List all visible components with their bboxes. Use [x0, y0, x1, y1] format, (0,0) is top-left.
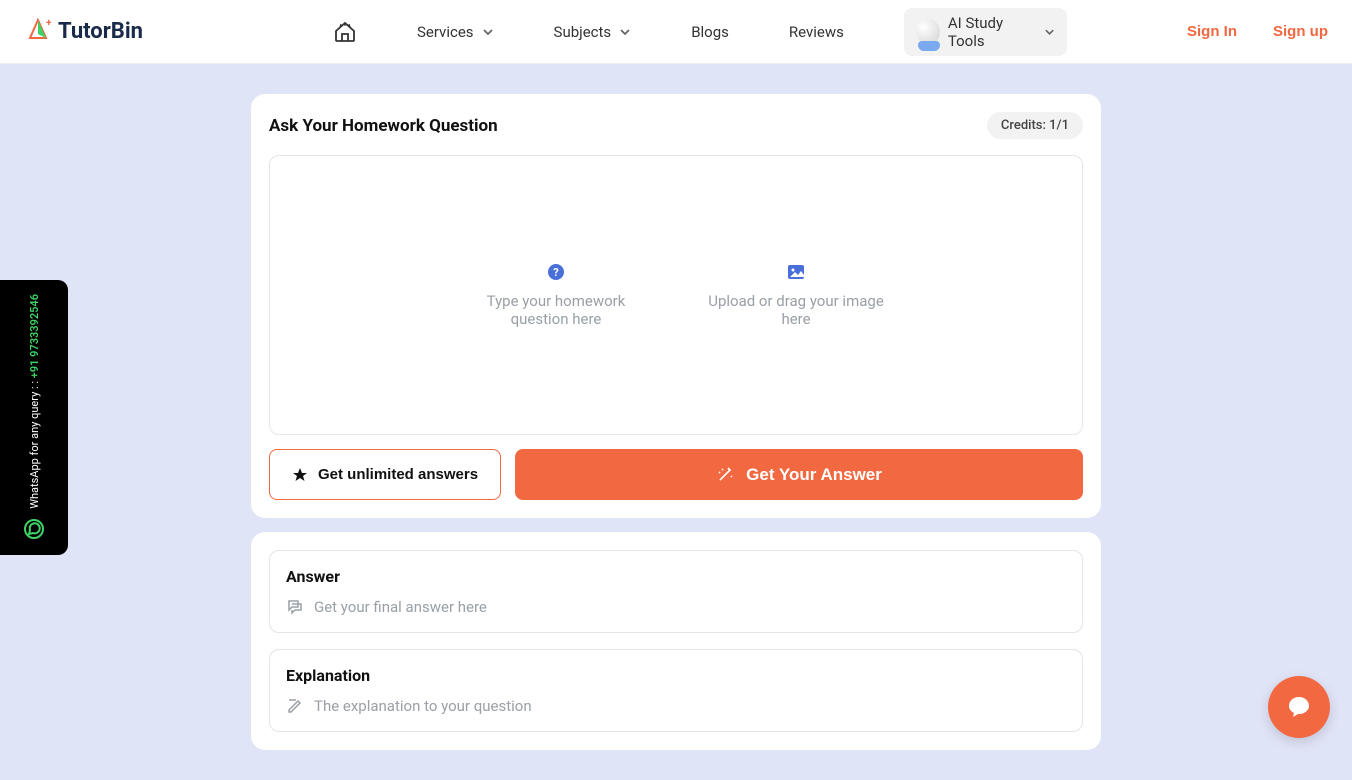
ask-card-title: Ask Your Homework Question [269, 116, 498, 136]
signin-button[interactable]: Sign In [1187, 23, 1237, 40]
upload-image-label: Upload or drag your image here [706, 292, 886, 328]
explanation-placeholder-text: The explanation to your question [314, 697, 532, 715]
nav-reviews[interactable]: Reviews [789, 23, 844, 41]
nav-services[interactable]: Services [417, 23, 494, 41]
explanation-placeholder-row: The explanation to your question [286, 697, 1066, 715]
explanation-section: Explanation The explanation to your ques… [269, 649, 1083, 732]
explanation-title: Explanation [286, 666, 1066, 685]
star-icon [292, 467, 308, 483]
nav-ai-tools[interactable]: AI Study Tools [904, 8, 1067, 56]
logo-text: TutorBin [58, 19, 143, 44]
edit-icon [286, 697, 304, 715]
svg-text:?: ? [553, 266, 559, 279]
logo-icon: + [24, 18, 52, 46]
main: Ask Your Homework Question Credits: 1/1 … [0, 64, 1352, 780]
button-row: Get unlimited answers Get Your Answer [269, 449, 1083, 500]
chevron-down-icon [482, 26, 494, 38]
type-question-label: Type your homework question here [466, 292, 646, 328]
magic-wand-icon [716, 466, 734, 484]
get-answer-button[interactable]: Get Your Answer [515, 449, 1083, 500]
whatsapp-text: WhatsApp for any query : : +91 973339254… [28, 294, 41, 509]
chevron-down-icon [619, 26, 631, 38]
unlimited-answers-button[interactable]: Get unlimited answers [269, 449, 501, 500]
chat-bubble-button[interactable] [1268, 676, 1330, 738]
nav-subjects-label: Subjects [554, 23, 612, 41]
input-area: ? Type your homework question here Uploa… [269, 155, 1083, 435]
nav-ai-tools-label: AI Study Tools [948, 14, 1036, 50]
logo[interactable]: + TutorBin [24, 18, 143, 46]
answer-section: Answer Get your final answer here [269, 550, 1083, 633]
upload-image-option[interactable]: Upload or drag your image here [706, 262, 886, 328]
signup-button[interactable]: Sign up [1273, 23, 1328, 40]
ask-card: Ask Your Homework Question Credits: 1/1 … [251, 94, 1101, 518]
chevron-down-icon [1044, 26, 1055, 38]
nav-blogs[interactable]: Blogs [691, 23, 729, 41]
image-icon [786, 262, 806, 282]
answer-title: Answer [286, 567, 1066, 586]
answer-placeholder-row: Get your final answer here [286, 598, 1066, 616]
header: + TutorBin Services Subjects Blogs Revie… [0, 0, 1352, 64]
whatsapp-number: +91 9733392546 [28, 294, 41, 378]
nav: Services Subjects Blogs Reviews AI Study… [333, 8, 1067, 56]
robot-icon [916, 19, 940, 45]
answer-placeholder-text: Get your final answer here [314, 598, 487, 616]
chat-icon [286, 598, 304, 616]
whatsapp-label: WhatsApp for any query : : [28, 381, 41, 509]
credits-badge: Credits: 1/1 [987, 112, 1083, 139]
ask-card-header: Ask Your Homework Question Credits: 1/1 [269, 112, 1083, 139]
get-answer-label: Get Your Answer [746, 465, 882, 485]
nav-blogs-label: Blogs [691, 23, 729, 41]
svg-text:+: + [46, 18, 52, 29]
nav-subjects[interactable]: Subjects [554, 23, 632, 41]
home-icon [333, 20, 357, 44]
nav-reviews-label: Reviews [789, 23, 844, 41]
nav-home[interactable] [333, 20, 357, 44]
whatsapp-icon [22, 517, 46, 541]
unlimited-answers-label: Get unlimited answers [318, 466, 478, 483]
auth-buttons: Sign In Sign up [1067, 23, 1328, 40]
whatsapp-tab[interactable]: WhatsApp for any query : : +91 973339254… [0, 280, 68, 555]
answer-card: Answer Get your final answer here Explan… [251, 532, 1101, 750]
nav-services-label: Services [417, 23, 474, 41]
question-icon: ? [546, 262, 566, 282]
type-question-option[interactable]: ? Type your homework question here [466, 262, 646, 328]
chat-bubble-icon [1285, 693, 1313, 721]
